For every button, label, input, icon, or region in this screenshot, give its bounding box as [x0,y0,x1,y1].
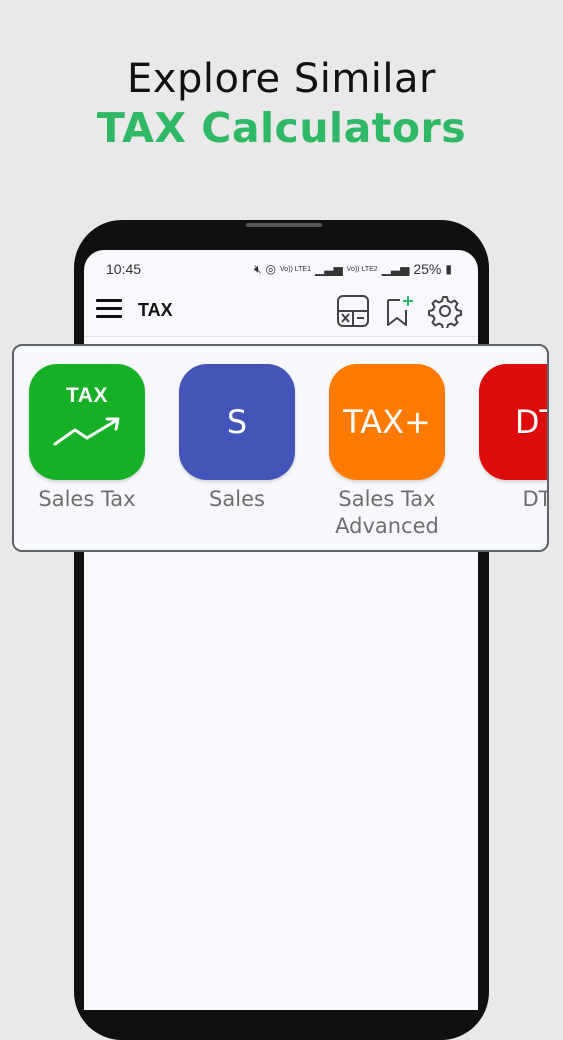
calculator-sales-tax[interactable]: TAX Sales Tax [22,364,152,513]
calculator-carousel: TAX Sales Tax S Sales TAX+ Sales Tax Adv… [12,344,549,552]
hotspot-icon: ◎ [265,262,276,276]
battery-icon: ▮ [445,262,452,276]
battery-percent: 25% [413,261,442,277]
network-label-1: Vo)) LTE1 [279,265,311,273]
phone-speaker [246,223,322,227]
tile-text: S [226,403,248,441]
tile-text: DT [514,403,547,441]
headline-line2: TAX Calculators [96,104,467,152]
network-label-2: Vo)) LTE2 [346,265,378,273]
headline-line1: Explore Similar [127,56,436,102]
mute-icon: 🔇︎ [253,261,262,276]
menu-icon[interactable] [96,298,122,320]
calculator-sales[interactable]: S Sales [172,364,302,513]
calculator-icon[interactable] [336,294,370,328]
calculator-label: DT [522,487,549,511]
app-bar: TAX [84,286,478,337]
calculator-label: Sales Tax Advanced [322,486,452,540]
calculator-label: Sales [209,487,265,511]
calculator-tile[interactable]: S [179,364,295,480]
app-title: TAX [138,300,173,320]
status-bar: 10:45 🔇︎ ◎ Vo)) LTE1 ▁▃▅ Vo)) LTE2 ▁▃▅ 2… [84,250,478,286]
calculator-tile[interactable]: DT [479,364,547,480]
trend-arrow-icon [53,417,120,446]
calculator-tile[interactable]: TAX+ [329,364,445,480]
tile-text: TAX [66,384,108,407]
calculator-dt[interactable]: DT DT [472,364,549,513]
calculator-sales-tax-advanced[interactable]: TAX+ Sales Tax Advanced [322,364,452,540]
signal-icon-1: ▁▃▅ [314,262,343,276]
status-time: 10:45 [106,261,142,277]
calculator-label-line2: Advanced [335,514,439,538]
calculator-tile[interactable]: TAX [29,364,145,480]
status-icons: 🔇︎ ◎ Vo)) LTE1 ▁▃▅ Vo)) LTE2 ▁▃▅ 25% ▮ [254,261,452,277]
tile-text: TAX+ [343,403,431,441]
bookmark-add-icon[interactable] [382,294,416,328]
settings-icon[interactable] [428,294,462,328]
signal-icon-2: ▁▃▅ [381,262,410,276]
calculator-label: Sales Tax [38,487,136,511]
calculator-label-line1: Sales Tax [338,487,436,511]
